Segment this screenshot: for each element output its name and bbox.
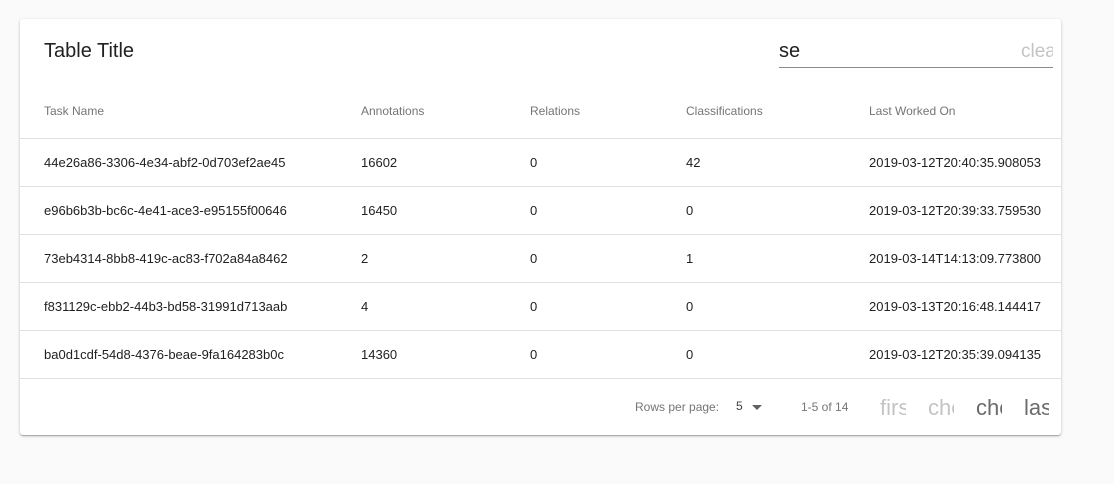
table-row[interactable]: 73eb4314-8bb8-419c-ac83-f702a84a8462 2 0… [20, 234, 1061, 283]
rows-per-page-select[interactable]: 5 [736, 396, 766, 418]
previous-page-button[interactable]: chevron_left [928, 395, 954, 421]
table-title: Table Title [44, 40, 135, 62]
column-header-classifications[interactable]: Classifications [686, 83, 869, 139]
table-row[interactable]: ba0d1cdf-54d8-4376-beae-9fa164283b0c 143… [20, 330, 1061, 379]
column-header-last-worked-on[interactable]: Last Worked On [869, 83, 1061, 139]
caret-down-icon [752, 405, 762, 410]
table-row[interactable]: 44e26a86-3306-4e34-abf2-0d703ef2ae45 166… [20, 138, 1061, 187]
column-header-annotations[interactable]: Annotations [361, 83, 530, 139]
cell-task-name: e96b6b3b-bc6c-4e41-ace3-e95155f00646 [20, 186, 361, 235]
cell-relations: 0 [530, 282, 686, 331]
search-input[interactable] [779, 39, 1009, 63]
cell-classifications: 0 [686, 186, 869, 235]
cell-annotations: 16450 [361, 186, 530, 235]
rows-per-page-value: 5 [736, 399, 743, 413]
cell-last-worked-on: 2019-03-12T20:35:39.094135 [869, 330, 1061, 379]
header-row: Task Name Annotations Relations Classifi… [20, 83, 1061, 139]
table-card: Table Title clear Task Name Annotations … [20, 19, 1061, 435]
cell-annotations: 4 [361, 282, 530, 331]
cell-task-name: f831129c-ebb2-44b3-bd58-31991d713aab [20, 282, 361, 331]
cell-last-worked-on: 2019-03-13T20:16:48.144417 [869, 282, 1061, 331]
table-pagination: Rows per page: 5 1-5 of 14 first_page ch… [20, 379, 1061, 435]
cell-relations: 0 [530, 138, 686, 187]
cell-annotations: 16602 [361, 138, 530, 187]
cell-classifications: 0 [686, 330, 869, 379]
cell-relations: 0 [530, 234, 686, 283]
table-row[interactable]: f831129c-ebb2-44b3-bd58-31991d713aab 4 0… [20, 282, 1061, 331]
page-range-text: 1-5 of 14 [801, 400, 849, 414]
cell-classifications: 1 [686, 234, 869, 283]
data-table: Task Name Annotations Relations Classifi… [20, 83, 1061, 379]
first-page-button[interactable]: first_page [880, 395, 906, 421]
column-header-task-name[interactable]: Task Name [20, 83, 361, 139]
cell-last-worked-on: 2019-03-12T20:40:35.908053 [869, 138, 1061, 187]
column-header-relations[interactable]: Relations [530, 83, 686, 139]
cell-last-worked-on: 2019-03-14T14:13:09.773800 [869, 234, 1061, 283]
cell-annotations: 2 [361, 234, 530, 283]
cell-task-name: 44e26a86-3306-4e34-abf2-0d703ef2ae45 [20, 138, 361, 187]
cell-annotations: 14360 [361, 330, 530, 379]
table-toolbar: Table Title clear [20, 19, 1061, 83]
cell-relations: 0 [530, 330, 686, 379]
next-page-button[interactable]: chevron_right [976, 395, 1002, 421]
clear-icon[interactable]: clear [1021, 41, 1053, 63]
last-page-button[interactable]: last_page [1024, 395, 1049, 421]
cell-classifications: 0 [686, 282, 869, 331]
cell-last-worked-on: 2019-03-12T20:39:33.759530 [869, 186, 1061, 235]
rows-per-page-label: Rows per page: [635, 400, 720, 414]
cell-task-name: ba0d1cdf-54d8-4376-beae-9fa164283b0c [20, 330, 361, 379]
table-row[interactable]: e96b6b3b-bc6c-4e41-ace3-e95155f00646 164… [20, 186, 1061, 235]
cell-relations: 0 [530, 186, 686, 235]
cell-task-name: 73eb4314-8bb8-419c-ac83-f702a84a8462 [20, 234, 361, 283]
search-box: clear [779, 37, 1053, 68]
cell-classifications: 42 [686, 138, 869, 187]
